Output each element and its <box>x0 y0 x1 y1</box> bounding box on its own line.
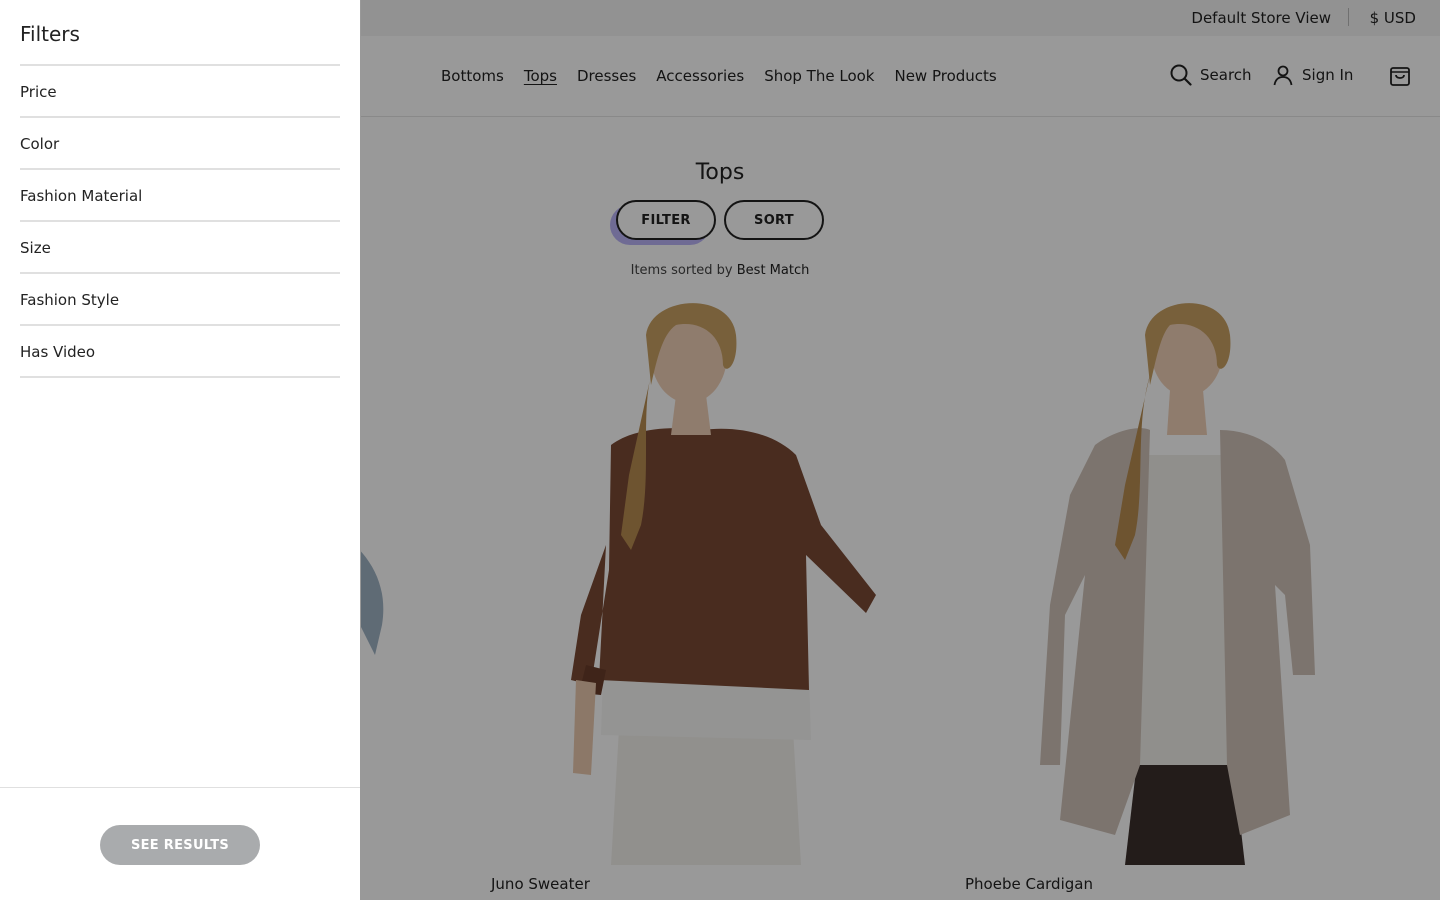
filters-drawer: Filters Price Color Fashion Material Siz… <box>0 0 361 900</box>
filter-fashion-style[interactable]: Fashion Style <box>20 274 340 326</box>
filter-size[interactable]: Size <box>20 222 340 274</box>
filter-price[interactable]: Price <box>20 66 340 118</box>
drawer-title: Filters <box>20 22 80 46</box>
see-results-button[interactable]: SEE RESULTS <box>100 825 260 865</box>
filter-list: Price Color Fashion Material Size Fashio… <box>20 64 340 378</box>
filter-has-video[interactable]: Has Video <box>20 326 340 378</box>
filter-color[interactable]: Color <box>20 118 340 170</box>
filter-fashion-material[interactable]: Fashion Material <box>20 170 340 222</box>
drawer-footer: SEE RESULTS <box>0 787 360 900</box>
